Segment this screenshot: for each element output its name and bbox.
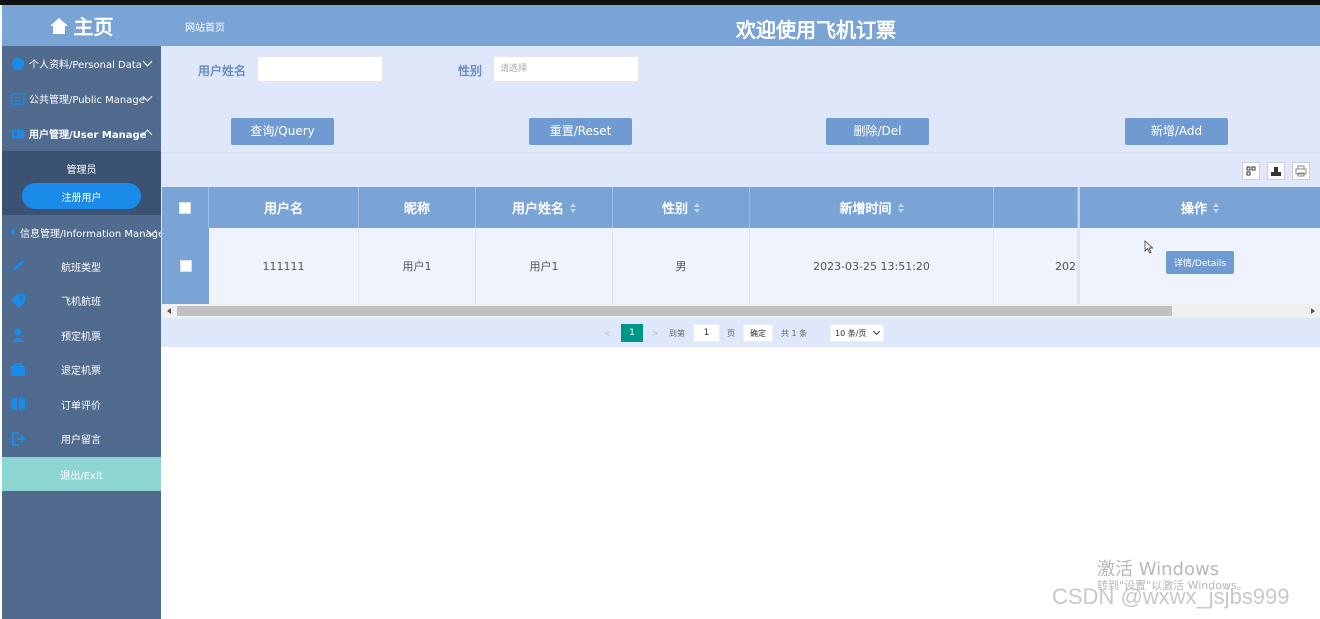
menu-information-manage[interactable]: 信息管理/Information Manage <box>2 215 165 249</box>
scroll-left-icon[interactable] <box>167 308 171 314</box>
pencil-icon <box>12 260 24 272</box>
total-count: 共 1 条 <box>781 328 808 338</box>
sidebar-item-flights[interactable]: 飞机航班 <box>2 284 161 319</box>
sort-icon[interactable] <box>897 202 904 213</box>
page-size-select[interactable]: 10 条/页 <box>830 324 884 342</box>
sidebar-home-label: 主页 <box>73 15 114 39</box>
briefcase-icon <box>11 362 25 376</box>
sidebar-item-user-message[interactable]: 用户留言 <box>2 422 161 457</box>
chevron-down-icon <box>872 327 881 336</box>
sidebar-home[interactable]: 主页 <box>2 5 161 46</box>
delete-button[interactable]: 删除/Del <box>826 118 929 145</box>
csdn-watermark: CSDN @wxwx_jsjbs999 <box>1052 584 1290 609</box>
export-icon[interactable] <box>1267 162 1285 180</box>
query-button[interactable]: 查询/Query <box>231 118 334 145</box>
sidebar-item-order-review[interactable]: 订单评价 <box>2 387 161 422</box>
sidebar-item-cancel-ticket[interactable]: 退定机票 <box>2 353 161 388</box>
user-submenu: 管理员 注册用户 <box>2 151 161 215</box>
columns-icon[interactable] <box>1242 162 1260 180</box>
next-page-button[interactable]: > <box>652 323 659 343</box>
gender-label: 性别 <box>458 64 483 78</box>
sidebar-item-flight-type[interactable]: 航班类型 <box>2 249 161 284</box>
cell-gender: 男 <box>613 228 750 304</box>
pagination: < 1 > 到第 1 页 确定 共 1 条 10 条/页 <box>161 323 1320 343</box>
submenu-item-registered-users[interactable]: 注册用户 <box>22 183 141 209</box>
col-actions: 操作 <box>1078 187 1320 228</box>
horizontal-scrollbar[interactable] <box>162 304 1320 318</box>
col-username[interactable]: 用户名 <box>209 187 359 228</box>
menu-personal-data[interactable]: 个人资料/Personal Data <box>2 46 161 81</box>
page-unit-label: 页 <box>727 328 735 338</box>
select-all-checkbox-cell <box>162 187 209 228</box>
row-checkbox-cell <box>162 228 209 304</box>
sidebar-item-label: 航班类型 <box>61 262 101 274</box>
name-label: 用户姓名 <box>198 64 247 78</box>
cell-username: 111111 <box>209 228 359 304</box>
col-gender[interactable]: 性别 <box>613 187 750 228</box>
header: 网站首页 欢迎使用飞机订票 <box>161 5 1320 46</box>
sidebar-item-label: 用户留言 <box>61 435 101 447</box>
users-icon <box>12 328 24 342</box>
menu-label: 公共管理/Public Manage <box>29 95 145 106</box>
scroll-right-icon[interactable] <box>1311 308 1315 314</box>
book-icon <box>11 398 25 410</box>
tag-icon <box>11 293 25 308</box>
id-card-icon <box>11 129 25 138</box>
mouse-cursor-icon <box>1144 240 1154 254</box>
select-all-checkbox[interactable] <box>179 201 191 214</box>
menu-label: 信息管理/Information Manage <box>20 228 165 240</box>
list-icon <box>11 92 25 105</box>
sort-icon[interactable] <box>570 202 576 213</box>
submenu-item-admin[interactable]: 管理员 <box>2 155 161 181</box>
sidebar-item-book-ticket[interactable]: 预定机票 <box>2 318 161 353</box>
goto-page-input[interactable]: 1 <box>693 324 720 342</box>
cell-realname: 用户1 <box>476 228 613 304</box>
menu-label: 个人资料/Personal Data <box>29 60 142 71</box>
home-icon <box>49 17 68 34</box>
add-button[interactable]: 新增/Add <box>1125 118 1228 145</box>
circle-icon <box>11 57 25 70</box>
print-icon[interactable] <box>1292 162 1310 180</box>
info-icon <box>10 229 16 235</box>
cell-extra: 2023 <box>994 228 1078 304</box>
sidebar-item-label: 飞机航班 <box>61 297 101 309</box>
cell-actions: 详情/Details <box>1078 228 1320 304</box>
goto-confirm-button[interactable]: 确定 <box>743 324 773 342</box>
goto-label: 到第 <box>669 328 685 338</box>
cell-nickname: 用户1 <box>359 228 476 304</box>
cell-created: 2023-03-25 13:51:20 <box>750 228 994 304</box>
chevron-down-icon <box>142 56 153 67</box>
menu-user-manage[interactable]: 用户管理/User Manage <box>2 116 161 151</box>
sort-icon[interactable] <box>1213 202 1219 213</box>
row-checkbox[interactable] <box>179 260 192 272</box>
sidebar-item-label: 订单评价 <box>61 400 101 412</box>
search-panel: 用户姓名 性别 请选择 查询/Query 重置/Reset 删除/Del 新增/… <box>161 46 1320 152</box>
current-page[interactable]: 1 <box>621 324 643 342</box>
page-title: 欢迎使用飞机订票 <box>736 18 896 42</box>
name-input[interactable] <box>257 56 383 82</box>
sort-icon[interactable] <box>694 202 700 213</box>
scrollbar-thumb[interactable] <box>177 306 1172 316</box>
sidebar-item-label: 预定机票 <box>61 331 101 343</box>
menu-label: 用户管理/User Manage <box>29 130 147 141</box>
exit-button[interactable]: 退出/Exit <box>2 457 161 491</box>
col-realname[interactable]: 用户姓名 <box>476 187 613 228</box>
details-button[interactable]: 详情/Details <box>1165 250 1235 274</box>
menu-public-manage[interactable]: 公共管理/Public Manage <box>2 81 161 116</box>
logout-icon <box>12 431 26 446</box>
sidebar-item-label: 退定机票 <box>61 366 101 378</box>
col-nickname[interactable]: 昵称 <box>359 187 476 228</box>
prev-page-button[interactable]: < <box>604 323 611 343</box>
col-created[interactable]: 新增时间 <box>750 187 994 228</box>
sidebar: 主页 个人资料/Personal Data 公共管理/Public Manage… <box>2 5 165 619</box>
table-header: 用户名 昵称 用户姓名 性别 新增时间 操作 <box>162 187 1320 228</box>
reset-button[interactable]: 重置/Reset <box>529 118 632 145</box>
col-extra[interactable] <box>994 187 1078 228</box>
gender-select[interactable]: 请选择 <box>493 56 639 82</box>
